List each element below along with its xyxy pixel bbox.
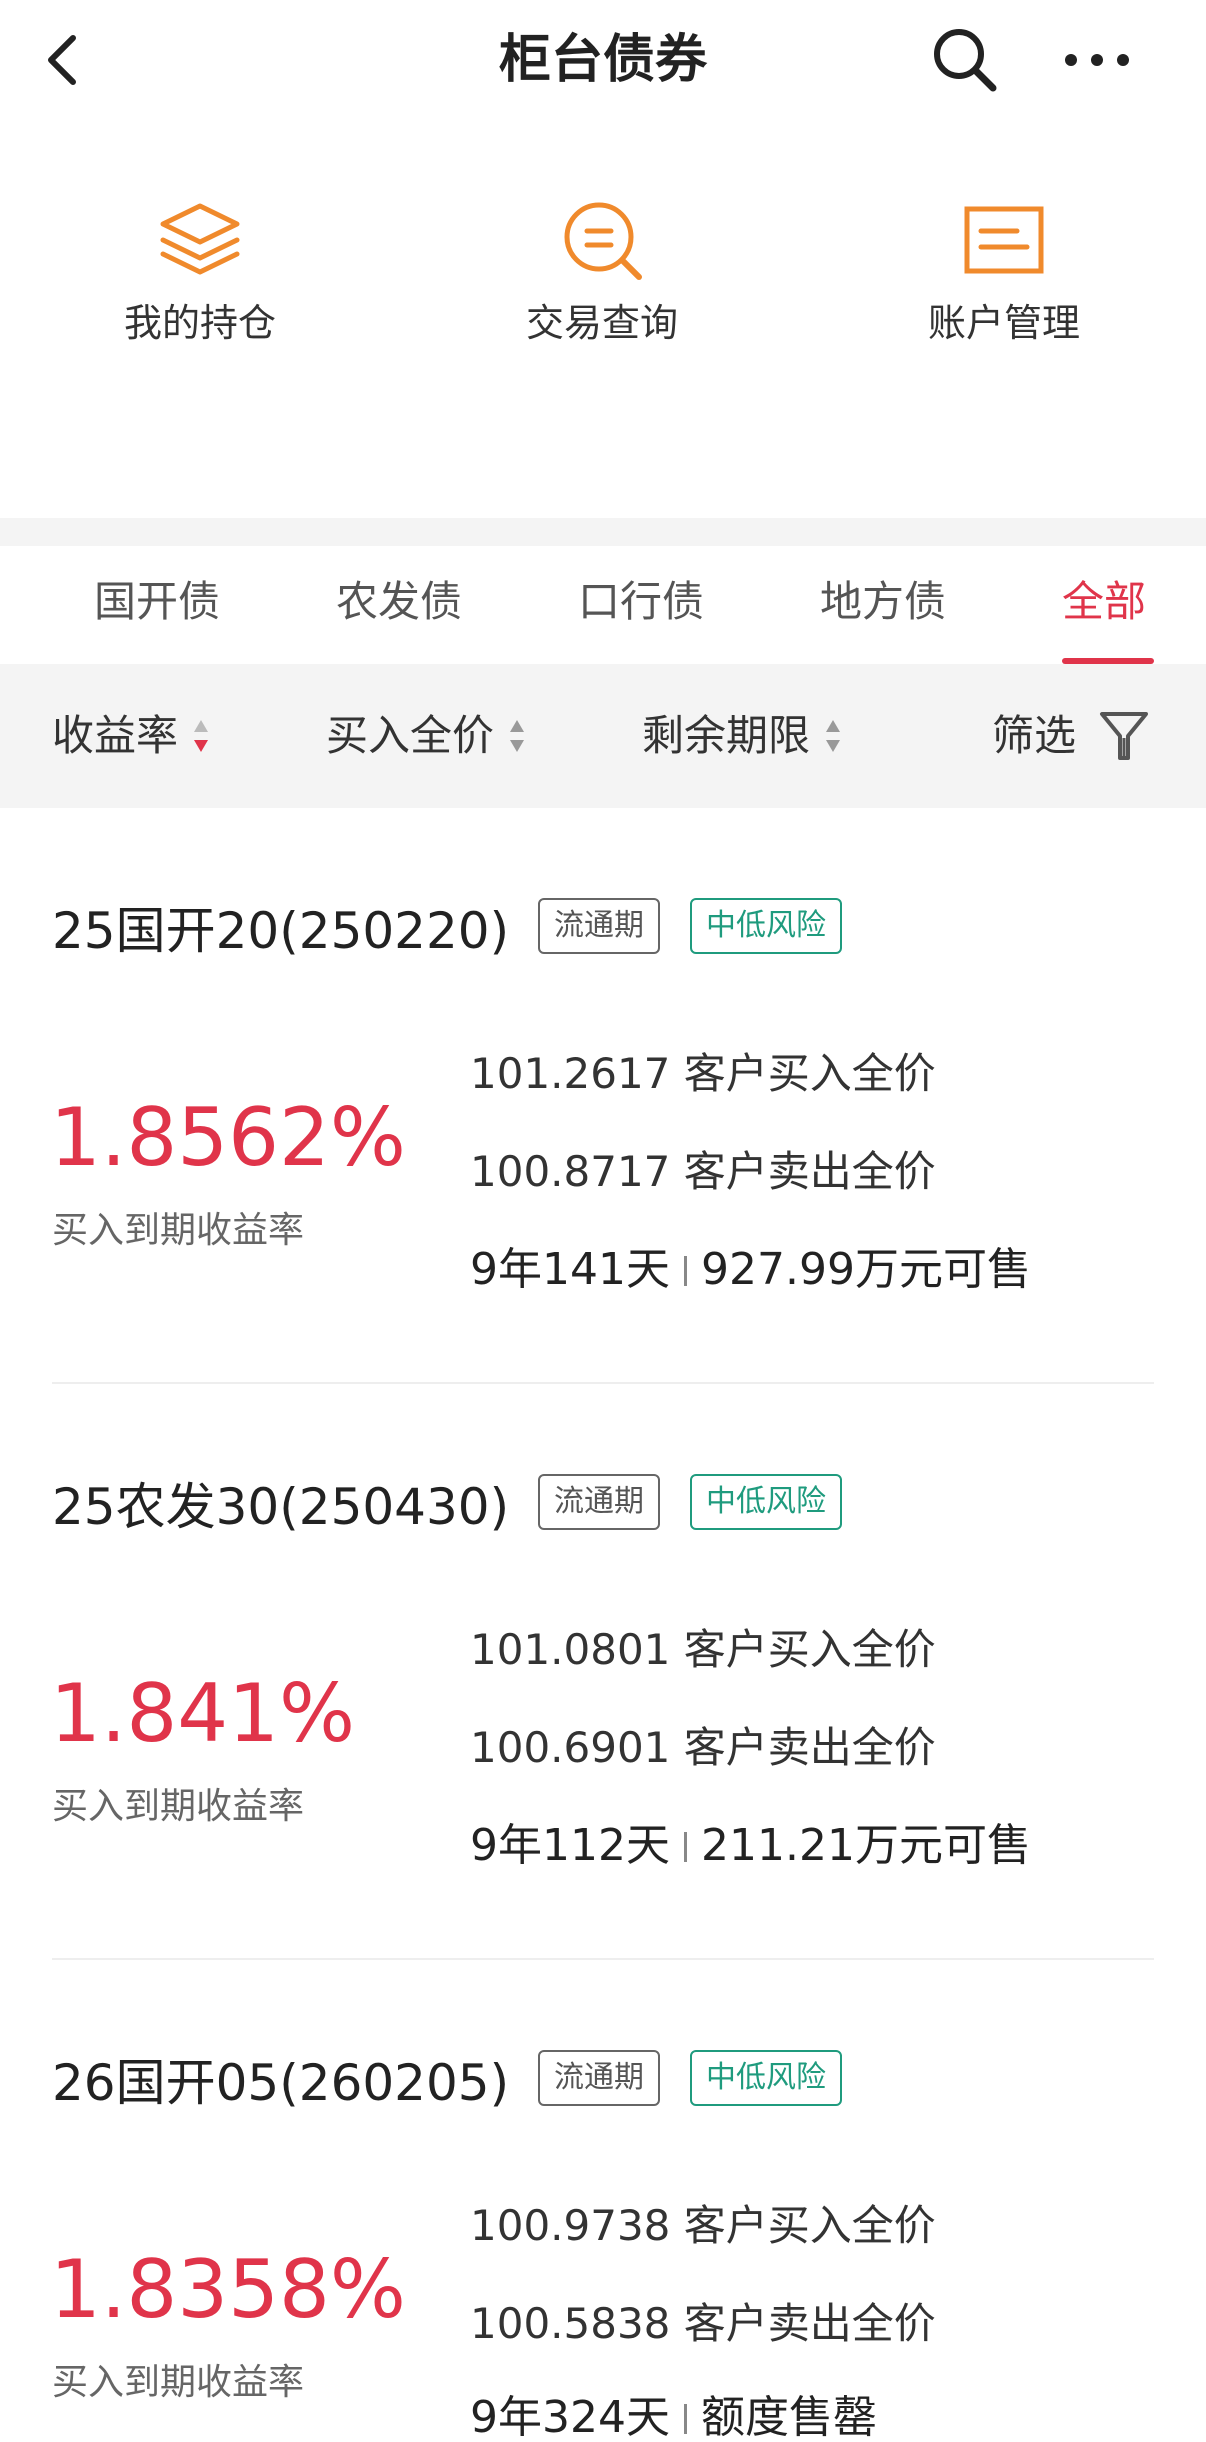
remaining-term: 9年324天 <box>470 2392 670 2442</box>
account-card-icon <box>954 190 1054 290</box>
bond-yield: 1.8358% <box>50 2243 406 2336</box>
quick-action-trade-query[interactable]: 交易查询 <box>462 190 742 370</box>
sort-remaining-term[interactable]: 剩余期限 <box>642 706 842 766</box>
sell-price-line: 100.5838 客户卖出全价 <box>470 2294 936 2354</box>
separator <box>683 1256 687 1286</box>
availability: 211.21万元可售 <box>700 1820 1031 1871</box>
trade-status-tag: 流通期 <box>538 2050 660 2106</box>
sort-yield[interactable]: 收益率 <box>52 706 210 766</box>
sort-arrows-icon <box>826 720 841 752</box>
quick-action-label: 账户管理 <box>927 301 1080 345</box>
buy-price-line: 100.9738 客户买入全价 <box>470 2196 936 2256</box>
buy-price-label: 客户买入全价 <box>683 2201 936 2250</box>
sort-arrows-icon <box>510 720 525 752</box>
buy-price: 101.2617 <box>470 1049 671 1098</box>
search-button[interactable] <box>920 22 1010 98</box>
trade-status-tag: 流通期 <box>538 898 660 954</box>
quick-actions: 我的持仓 交易查询 账户管理 <box>0 190 1206 380</box>
bond-yield-label: 买入到期收益率 <box>52 2362 305 2403</box>
sell-price-label: 客户卖出全价 <box>683 2299 936 2348</box>
more-options-button[interactable] <box>1052 22 1142 98</box>
bond-name: 25国开20(250220) <box>52 902 510 960</box>
section-divider <box>0 518 1206 546</box>
bond-yield: 1.8562% <box>50 1091 406 1184</box>
bond-card[interactable]: 26国开05(260205) 流通期 中低风险 1.8358% 买入到期收益率 … <box>0 1960 1206 2442</box>
bond-card[interactable]: 25国开20(250220) 流通期 中低风险 1.8562% 买入到期收益率 … <box>0 808 1206 1384</box>
buy-price-label: 客户买入全价 <box>683 1625 936 1674</box>
separator <box>683 1832 687 1862</box>
sort-price-label: 买入全价 <box>326 711 495 760</box>
bond-card[interactable]: 25农发30(250430) 流通期 中低风险 1.841% 买入到期收益率 1… <box>0 1384 1206 1960</box>
page-title: 柜台债券 <box>498 30 707 90</box>
tab-eximbank-bonds[interactable]: 口行债 <box>578 574 704 630</box>
sell-price: 100.5838 <box>470 2299 671 2348</box>
bond-yield: 1.841% <box>50 1667 356 1760</box>
term-line: 9年324天 额度售罄 <box>470 2388 877 2442</box>
bond-yield-label: 买入到期收益率 <box>52 1210 305 1251</box>
risk-level-tag: 中低风险 <box>690 898 842 954</box>
risk-level-tag: 中低风险 <box>690 1474 842 1530</box>
bond-name: 25农发30(250430) <box>52 1478 510 1536</box>
availability: 额度售罄 <box>700 2392 877 2442</box>
sort-buy-price[interactable]: 买入全价 <box>326 706 526 766</box>
tab-all[interactable]: 全部 <box>1062 574 1146 630</box>
search-icon <box>934 29 997 92</box>
sort-yield-label: 收益率 <box>52 711 179 760</box>
bond-name: 26国开05(260205) <box>52 2054 510 2112</box>
quick-action-account[interactable]: 账户管理 <box>864 190 1144 370</box>
buy-price: 100.9738 <box>470 2201 671 2250</box>
term-line: 9年112天 211.21万元可售 <box>470 1816 1031 1876</box>
remaining-term: 9年141天 <box>470 1244 670 1295</box>
sell-price-line: 100.8717 客户卖出全价 <box>470 1142 936 1202</box>
sort-bar: 收益率 买入全价 剩余期限 筛选 <box>0 664 1206 808</box>
sell-price-label: 客户卖出全价 <box>683 1723 936 1772</box>
sell-price: 100.8717 <box>470 1147 671 1196</box>
buy-price-label: 客户买入全价 <box>683 1049 936 1098</box>
sell-price-line: 100.6901 客户卖出全价 <box>470 1718 936 1778</box>
tab-cdb-bonds[interactable]: 国开债 <box>94 574 220 630</box>
quick-action-label: 交易查询 <box>525 301 678 345</box>
more-dots-icon <box>1065 54 1129 66</box>
remaining-term: 9年112天 <box>470 1820 670 1871</box>
buy-price-line: 101.0801 客户买入全价 <box>470 1620 936 1680</box>
buy-price: 101.0801 <box>470 1625 671 1674</box>
search-doc-icon <box>552 190 652 290</box>
tab-adbc-bonds[interactable]: 农发债 <box>336 574 462 630</box>
quick-action-label: 我的持仓 <box>123 301 276 345</box>
filter-funnel-icon <box>1100 712 1149 760</box>
filter-label: 筛选 <box>992 711 1077 760</box>
availability: 927.99万元可售 <box>700 1244 1031 1295</box>
layers-icon <box>150 190 250 290</box>
term-line: 9年141天 927.99万元可售 <box>470 1240 1031 1300</box>
buy-price-line: 101.2617 客户买入全价 <box>470 1044 936 1104</box>
filter-button[interactable]: 筛选 <box>992 706 1150 766</box>
quick-action-positions[interactable]: 我的持仓 <box>60 190 340 370</box>
category-tabs: 国开债 农发债 口行债 地方债 全部 <box>0 546 1206 664</box>
trade-status-tag: 流通期 <box>538 1474 660 1530</box>
risk-level-tag: 中低风险 <box>690 2050 842 2106</box>
tab-local-bonds[interactable]: 地方债 <box>820 574 946 630</box>
sell-price-label: 客户卖出全价 <box>683 1147 936 1196</box>
sort-term-label: 剩余期限 <box>642 711 811 760</box>
sort-arrows-icon <box>194 720 209 752</box>
header-bar: 柜台债券 <box>0 0 1206 120</box>
bond-yield-label: 买入到期收益率 <box>52 1786 305 1827</box>
separator <box>683 2404 687 2434</box>
sell-price: 100.6901 <box>470 1723 671 1772</box>
